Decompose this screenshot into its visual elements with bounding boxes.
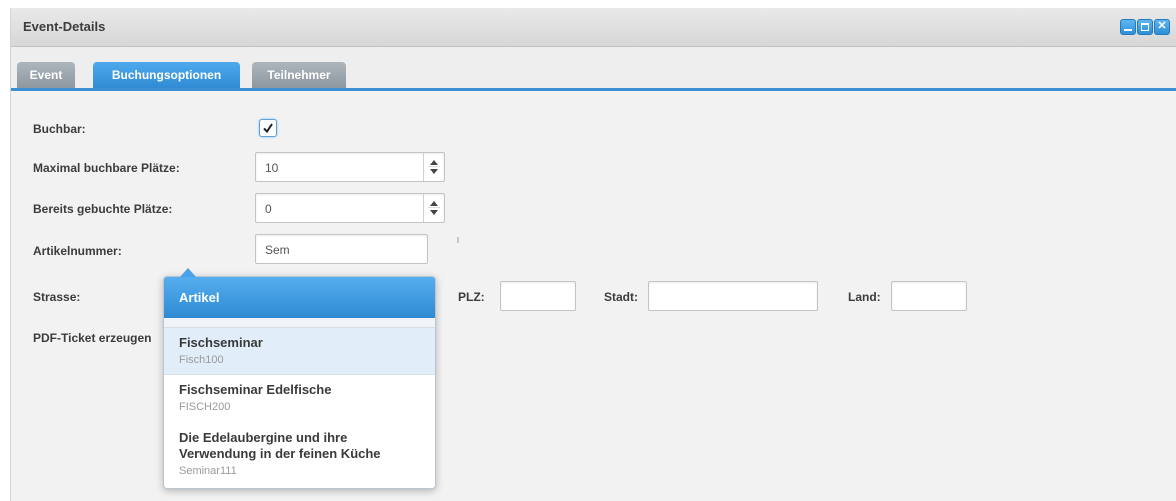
tab-event[interactable]: Event <box>17 62 75 88</box>
item-title-line2: Verwendung in der feinen Küche <box>179 446 381 461</box>
stadt-label: Stadt: <box>604 290 638 304</box>
title-bar: Event-Details ✕ <box>11 8 1176 47</box>
stadt-input[interactable] <box>648 281 818 311</box>
event-details-window: Event-Details ✕ Event Buchungsoptionen T… <box>10 8 1176 501</box>
booked-places-spinner[interactable] <box>423 194 444 222</box>
item-code: FISCH200 <box>179 401 231 413</box>
window-controls: ✕ <box>1120 19 1170 35</box>
max-places-stepper[interactable]: 10 <box>255 152 445 182</box>
maximize-icon <box>1141 23 1149 31</box>
plz-input[interactable] <box>500 281 576 311</box>
booked-places-label: Bereits gebuchte Plätze: <box>33 202 173 216</box>
max-places-spinner[interactable] <box>423 153 444 181</box>
artikel-label: Artikelnummer: <box>33 244 122 258</box>
input-indicator <box>457 237 459 243</box>
land-input[interactable] <box>891 281 967 311</box>
close-icon: ✕ <box>1157 20 1167 32</box>
strasse-label: Strasse: <box>33 290 81 304</box>
list-item[interactable]: Fischseminar Edelfische FISCH200 <box>164 375 435 421</box>
maximize-button[interactable] <box>1137 19 1153 35</box>
list-item[interactable]: Die Edelaubergine und ihre Verwendung in… <box>164 423 435 485</box>
artikel-value: Sem <box>265 243 290 257</box>
booked-places-value: 0 <box>265 202 272 216</box>
spinner-up-icon[interactable] <box>430 201 438 206</box>
tab-teilnehmer[interactable]: Teilnehmer <box>252 62 346 88</box>
checkmark-icon <box>263 123 273 134</box>
booked-places-stepper[interactable]: 0 <box>255 193 445 223</box>
item-title: Die Edelaubergine und ihre <box>179 430 348 445</box>
window-title: Event-Details <box>23 19 106 34</box>
buchbar-checkbox[interactable] <box>259 119 277 137</box>
artikel-autocomplete-popup: Artikel Fischseminar Fisch100 Fischsemin… <box>163 268 436 489</box>
land-label: Land: <box>848 290 881 304</box>
minimize-icon <box>1124 29 1132 31</box>
max-places-value: 10 <box>265 161 279 175</box>
buchbar-label: Buchbar: <box>33 122 86 136</box>
close-button[interactable]: ✕ <box>1154 19 1170 35</box>
spinner-down-icon[interactable] <box>430 210 438 215</box>
tab-buchungsoptionen[interactable]: Buchungsoptionen <box>93 62 240 88</box>
pdf-ticket-label: PDF-Ticket erzeugen <box>33 331 152 345</box>
popup-title: Artikel <box>179 290 220 305</box>
artikel-input[interactable]: Sem <box>255 234 428 264</box>
item-title: Fischseminar <box>179 335 263 350</box>
max-places-label: Maximal buchbare Plätze: <box>33 161 180 175</box>
popup-pointer <box>180 268 196 277</box>
plz-label: PLZ: <box>458 290 485 304</box>
list-item[interactable]: Fischseminar Fisch100 <box>164 328 435 374</box>
minimize-button[interactable] <box>1120 19 1136 35</box>
spinner-down-icon[interactable] <box>430 169 438 174</box>
spinner-up-icon[interactable] <box>430 160 438 165</box>
item-code: Fisch100 <box>179 354 224 366</box>
item-title: Fischseminar Edelfische <box>179 382 332 397</box>
item-code: Seminar111 <box>179 465 237 477</box>
tab-bar: Event Buchungsoptionen Teilnehmer <box>11 47 1176 91</box>
popup-header: Artikel <box>164 277 435 318</box>
tab-underline <box>11 88 1176 91</box>
